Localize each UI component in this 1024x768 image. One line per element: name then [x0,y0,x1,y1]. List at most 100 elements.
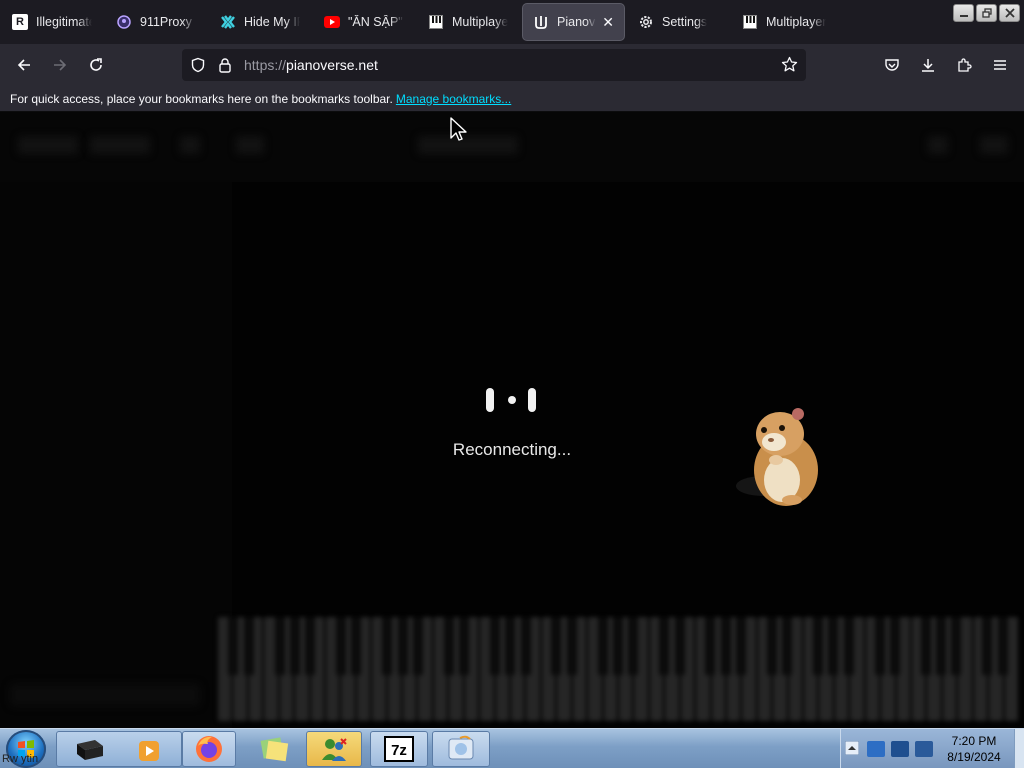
blurred-chat-input [10,684,200,706]
desktop-icon[interactable] [75,738,105,767]
navigation-toolbar: https://pianoverse.net [0,44,1024,86]
piano-black-key [782,617,793,675]
piano-black-key [397,617,408,675]
close-tab-icon[interactable]: ✕ [602,14,614,31]
download-icon [922,59,934,72]
piano-black-key [351,617,362,675]
piano-black-key [982,617,993,675]
piano-black-key [520,617,531,675]
minimize-icon [959,15,968,17]
piano-black-key [243,617,254,675]
mouse-cursor-icon [449,116,469,142]
bookmark-star-icon[interactable] [781,56,798,78]
piano-black-key [674,617,685,675]
taskbar-7zip[interactable]: 7z [370,731,428,767]
tab-title: Hide My IP [244,15,300,29]
svg-text:7z: 7z [391,742,407,759]
display-tray-icon[interactable] [891,741,909,757]
puzzle-icon [958,58,972,72]
piano-black-key [613,617,623,675]
tab-multiplayer-1[interactable]: Multiplayer [418,4,518,40]
tab-title: Multiplayer [766,15,826,29]
piano-black-key [489,617,500,675]
forward-arrow-icon [54,59,67,71]
reload-icon [90,58,102,71]
tab-title: Pianoverse [557,15,596,29]
extensions-button[interactable] [950,51,978,79]
piano-black-key [720,617,731,675]
piano-black-key [382,617,393,675]
blurred-side-panel [0,182,232,728]
restore-icon [981,8,992,18]
show-desktop-button[interactable] [1014,729,1024,768]
piano-black-key [228,617,239,675]
taskbar-sticky-notes[interactable] [246,731,302,767]
tab-multiplayer-2[interactable]: Multiplayer [732,4,836,40]
close-window-button[interactable] [999,4,1020,22]
users-icon [322,738,347,761]
url-protocol: https:// [244,57,287,73]
taskbar-media-center[interactable] [432,731,490,767]
bookmarks-hint: For quick access, place your bookmarks h… [10,91,393,106]
911proxy-logo-icon [116,14,132,30]
url-host: pianoverse.net [286,57,378,73]
chevron-up-icon [844,740,860,756]
piano-black-key [659,617,670,675]
tab-911proxy[interactable]: 911Proxy - F [106,4,206,40]
piano-black-key [336,617,347,675]
address-bar[interactable]: https://pianoverse.net [182,49,806,81]
clock-date: 8/19/2024 [947,750,1001,764]
piano-black-key [443,617,454,675]
lock-icon[interactable] [218,57,232,78]
network-tray-icon[interactable] [867,741,885,757]
show-hidden-icons-button[interactable] [844,740,860,760]
sticky-notes-icon [260,737,289,762]
volume-tray-icon[interactable] [915,741,933,757]
gear-icon [638,14,654,30]
taskbar-obscured-text: Rw ytin [2,753,39,765]
piano-black-key [874,617,885,675]
piano-black-key [566,617,577,675]
menu-button[interactable] [986,51,1014,79]
media-player-icon[interactable] [137,739,161,768]
tab-title: Settings [662,15,708,29]
window-controls [953,4,1020,22]
youtube-icon [324,14,340,30]
system-clock[interactable]: 7:20 PM 8/19/2024 [934,733,1014,765]
piano-black-key [997,617,1008,675]
tab-youtube[interactable]: "ĂN SẬP" N [314,4,414,40]
piano-black-key [828,617,839,675]
taskbar-quicklaunch [56,731,182,767]
piano-black-key [505,617,516,675]
blurred-top-toolbar [0,112,1024,182]
firefox-icon [196,736,222,762]
piano-black-key [413,617,423,675]
page-content: Reconnecting... [0,112,1024,728]
back-button[interactable] [10,51,38,79]
back-arrow-icon [17,59,30,71]
pianoverse-logo-icon [533,14,549,30]
reconnecting-status: Reconnecting... [452,440,572,459]
downloads-button[interactable] [914,51,942,79]
restore-button[interactable] [976,4,997,22]
tab-strip: R Illegitimate 911Proxy - F Hide My IP "… [0,0,1024,44]
pocket-icon [885,59,899,71]
tab-settings[interactable]: Settings [628,4,732,40]
minimize-button[interactable] [953,4,974,22]
manage-bookmarks-link[interactable]: Manage bookmarks... [396,92,511,106]
piano-black-key [628,617,639,675]
taskbar-firefox[interactable] [182,731,236,767]
tab-title: "ĂN SẬP" N [348,15,404,29]
url-text[interactable]: https://pianoverse.net [244,57,378,73]
tab-hide-my-ip[interactable]: Hide My IP [210,4,310,40]
tracking-protection-shield-icon[interactable] [190,57,206,78]
piano-black-key [736,617,747,675]
taskbar-people[interactable] [306,731,362,767]
piano-black-key [551,617,562,675]
hamster-sticker-image [734,404,826,510]
reload-button[interactable] [82,51,110,79]
tab-pianoverse[interactable]: Pianoverse ✕ [523,4,624,40]
tab-illegitimate[interactable]: R Illegitimate [2,4,102,40]
forward-button[interactable] [46,51,74,79]
pocket-button[interactable] [878,51,906,79]
